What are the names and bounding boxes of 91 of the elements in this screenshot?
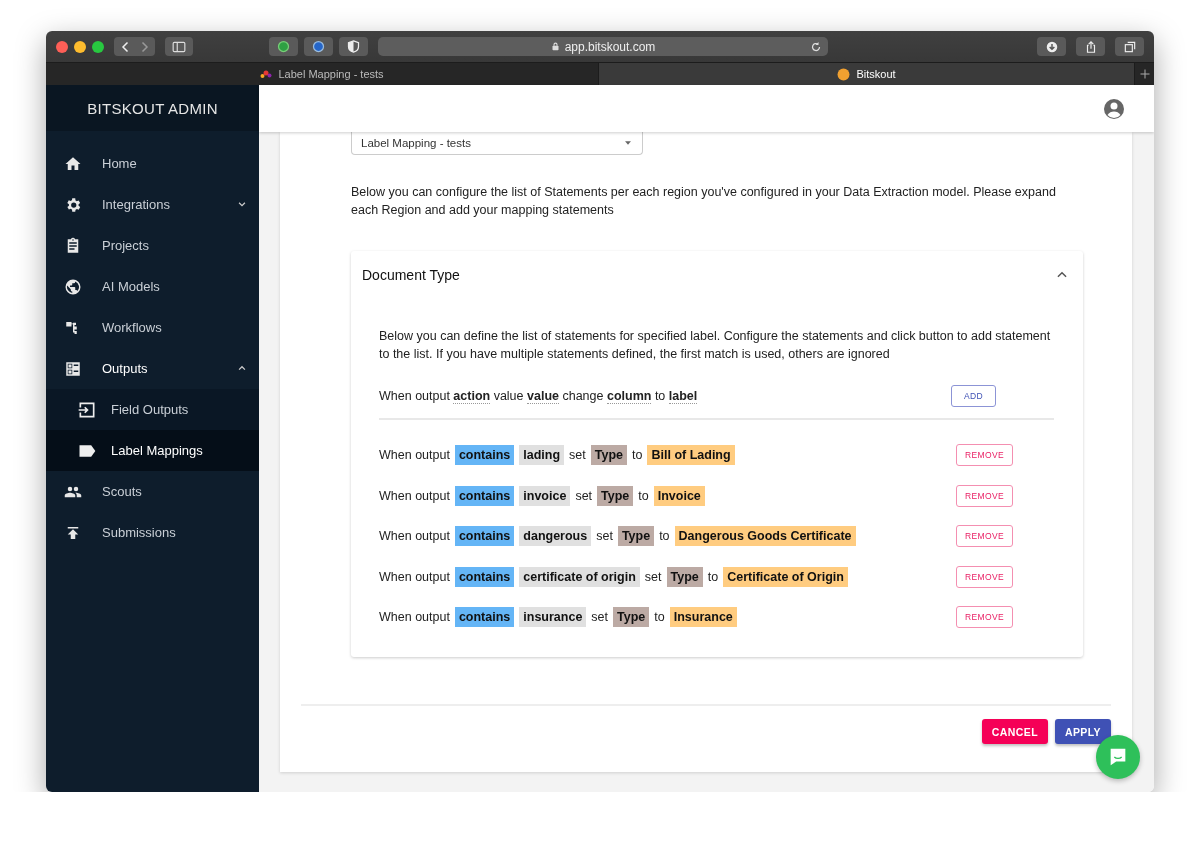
account-icon[interactable] <box>1102 96 1126 121</box>
remove-button[interactable]: REMOVE <box>956 606 1013 628</box>
cancel-button[interactable]: CANCEL <box>981 719 1048 744</box>
column-tag: Type <box>597 485 634 506</box>
statement-text: to <box>638 488 649 503</box>
chevron-down-icon <box>237 199 247 209</box>
mapping-dropdown[interactable]: Label Mapping - tests <box>351 132 643 155</box>
panel-header[interactable]: Document Type <box>351 251 1083 298</box>
app-logo-icon <box>837 67 851 81</box>
globe-icon <box>64 277 82 296</box>
window-control-icon[interactable] <box>92 40 104 53</box>
value-tag: invoice <box>519 485 571 506</box>
extension-icon <box>311 39 326 54</box>
column-tag: Type <box>617 526 655 546</box>
label-tag: Bill of Lading <box>647 445 735 465</box>
tab-title: Bitskout <box>856 68 896 80</box>
address-bar[interactable]: app.bitskout.com <box>378 37 828 56</box>
extension-icon <box>276 39 291 54</box>
label-tag: Invoice <box>653 485 705 506</box>
browser-tab[interactable]: Bitskout <box>599 63 1135 85</box>
statement-text: to <box>659 529 670 543</box>
label-tag: Insurance <box>669 607 737 627</box>
statement-text: When output <box>379 488 450 503</box>
tabs-icon <box>1122 39 1137 54</box>
sidebar-item[interactable]: Home <box>46 143 259 184</box>
lock-icon <box>550 41 560 52</box>
statement-text: When output <box>379 448 450 462</box>
statement-template: When output action value value change column to label <box>379 389 698 403</box>
instructions-text: Below you can configure the list of Statements per each region you've configured in your Data Extraction model. Please expand each Region and add your mapping statements <box>351 184 1057 219</box>
value-tag: lading <box>519 445 565 465</box>
sidebar-item[interactable]: Projects <box>46 225 259 266</box>
statement-text: to <box>632 448 643 462</box>
sidebar-item[interactable]: AI Models <box>46 266 259 307</box>
window-control-icon[interactable] <box>74 40 86 53</box>
value-tag: dangerous <box>519 526 592 546</box>
remove-button[interactable]: REMOVE <box>956 525 1013 547</box>
shield-icon <box>346 39 361 54</box>
sidebar-item[interactable]: Label Mappings <box>46 430 259 471</box>
action-tag: contains <box>454 526 515 546</box>
reload-icon[interactable] <box>810 40 822 53</box>
app-logo-icon <box>260 68 273 80</box>
sidebar-item[interactable]: Integrations <box>46 184 259 225</box>
statement-text: set <box>569 448 586 462</box>
label-tag: Certificate of Origin <box>723 566 848 587</box>
value-tag: certificate of origin <box>519 566 640 587</box>
remove-button[interactable]: REMOVE <box>956 565 1013 588</box>
sidebar-item[interactable]: Field Outputs <box>46 389 259 430</box>
sidebar-toggle-button[interactable] <box>165 37 193 56</box>
action-tag: contains <box>454 445 515 465</box>
remove-button[interactable]: REMOVE <box>956 484 1013 507</box>
chat-button[interactable] <box>1096 735 1140 779</box>
toolbar-button[interactable] <box>339 37 368 56</box>
sidebar-item[interactable]: Workflows <box>46 307 259 348</box>
sidebar-item[interactable]: Scouts <box>46 471 259 512</box>
grid-list-icon <box>64 359 82 378</box>
statement-text: When output <box>379 610 450 624</box>
download-icon <box>1044 39 1059 54</box>
sidebar-icon <box>171 39 187 54</box>
panel-description: Below you can define the list of statements for specified label. Configure the statements and click button to add statement to the list. If you have multiple statements defined, the first match is used, others are ignored <box>379 328 1052 363</box>
statement-text: set <box>575 488 593 503</box>
statement-text: set <box>644 569 662 584</box>
sidebar-item[interactable]: Outputs <box>46 348 259 389</box>
toolbar-button[interactable] <box>1037 37 1066 56</box>
statement-text: When output <box>379 569 450 584</box>
plus-icon[interactable] <box>1138 68 1151 80</box>
apply-button[interactable]: APPLY <box>1054 719 1111 744</box>
column-tag: Type <box>666 566 703 587</box>
window-control-icon[interactable] <box>56 40 68 53</box>
statement-text: to <box>654 610 665 624</box>
toolbar-button[interactable] <box>1076 37 1105 56</box>
column-tag: Type <box>590 445 628 465</box>
chevron-up-icon <box>237 363 247 373</box>
value-tag: insurance <box>519 607 587 627</box>
action-tag: contains <box>454 485 515 506</box>
toolbar-button[interactable] <box>269 37 298 56</box>
toolbar-button[interactable] <box>1115 37 1144 56</box>
statement-text: set <box>591 610 609 624</box>
label-tag: Dangerous Goods Certificate <box>674 526 856 546</box>
url-text: app.bitskout.com <box>564 39 656 54</box>
add-button[interactable]: ADD <box>951 385 996 407</box>
statement-text: to <box>707 569 719 584</box>
column-tag: Type <box>613 607 650 627</box>
statement-text: When output <box>379 529 450 543</box>
action-tag: contains <box>454 566 515 587</box>
tab-title: Label Mapping - tests <box>278 68 384 80</box>
sidebar-item[interactable]: Submissions <box>46 512 259 553</box>
app-title: BITSKOUT ADMIN <box>87 99 218 117</box>
action-tag: contains <box>454 607 515 627</box>
remove-button[interactable]: REMOVE <box>956 444 1013 466</box>
toolbar-button[interactable] <box>304 37 333 56</box>
statement-text: set <box>596 529 613 543</box>
